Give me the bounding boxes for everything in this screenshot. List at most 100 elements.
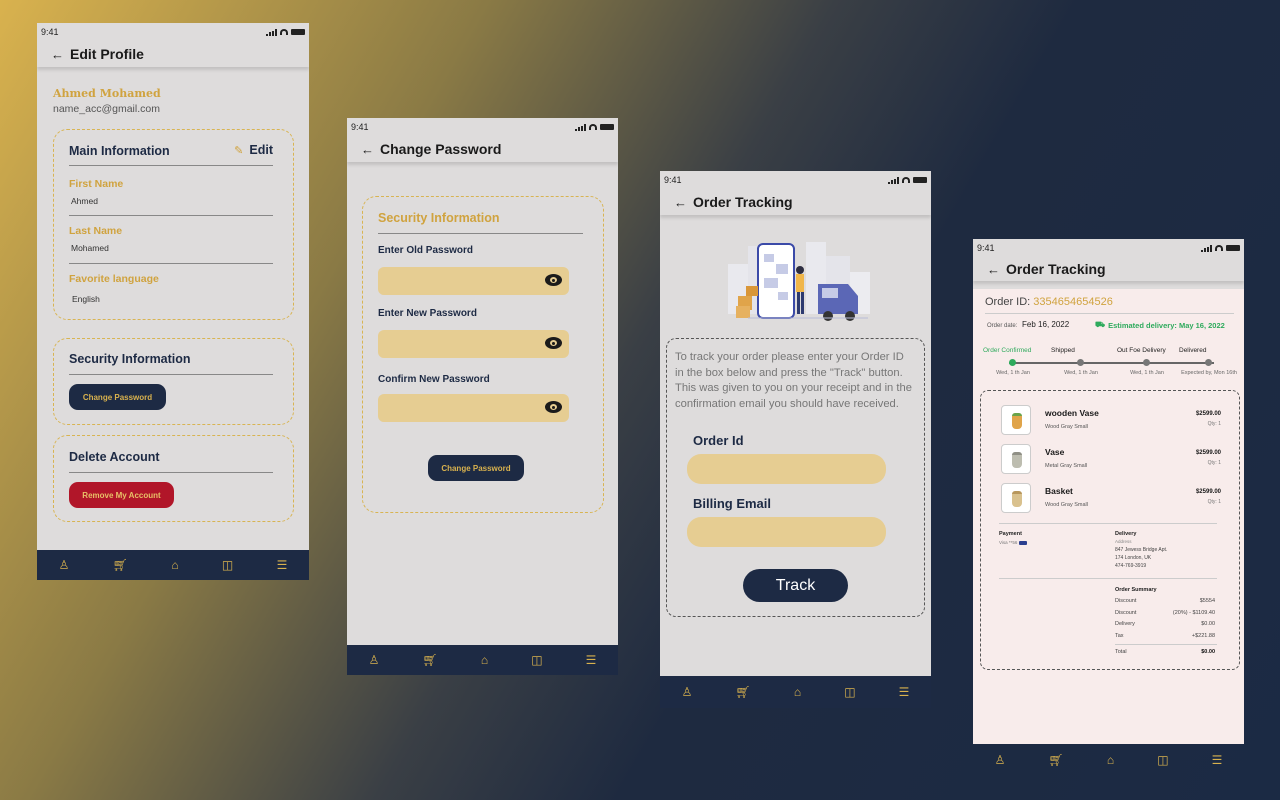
delete-account-card: Delete Account Remove My Account [53, 435, 294, 522]
first-name-value: Ahmed [71, 196, 98, 206]
order-item[interactable]: wooden Vase Wood Gray Small $2599.00 Qty: 1 [1001, 405, 1221, 437]
change-password-button[interactable]: Change Password [69, 384, 166, 410]
first-name-field[interactable]: Ahmed [69, 196, 273, 216]
step-dot-complete [1009, 359, 1016, 366]
change-password-button[interactable]: Change Password [428, 455, 524, 481]
bag-icon[interactable]: ◫ [222, 558, 233, 572]
page-title: Change Password [380, 141, 502, 157]
product-name: Vase [1045, 447, 1065, 457]
order-tracking-form-screen: 9:41 ← Order Tracking To track your orde… [660, 171, 931, 708]
estimated-delivery-text: Estimated delivery: May 16, 2022 [1108, 320, 1225, 330]
menu-icon[interactable]: ☰ [1212, 753, 1223, 767]
language-value: English [72, 294, 100, 304]
step-label: Delivered [1179, 347, 1207, 354]
order-id-input[interactable] [687, 454, 886, 484]
status-bar: 9:41 [973, 239, 1244, 257]
profile-name: Ahmed Mohamed [53, 87, 161, 100]
order-id-value: 3354654654526 [1033, 296, 1113, 308]
product-name: wooden Vase [1045, 408, 1099, 418]
person-icon[interactable]: ♙ [682, 685, 693, 699]
summary-label: Delivery [1115, 621, 1135, 627]
bag-icon[interactable]: ◫ [1157, 753, 1168, 767]
home-icon[interactable]: ⌂ [171, 558, 178, 572]
menu-icon[interactable]: ☰ [586, 653, 597, 667]
language-label: Favorite language [69, 273, 159, 285]
security-title: Security Information [69, 352, 191, 366]
bag-icon[interactable]: ◫ [531, 653, 542, 667]
product-meta: Wood Gray Small [1045, 502, 1088, 508]
wifi-icon [1215, 245, 1223, 251]
summary-row: Discount (20%) - $1109.40 [1115, 610, 1215, 616]
total-row: Total $0.00 [1115, 649, 1215, 655]
order-id-label: Order Id [693, 433, 744, 448]
estimated-delivery: ⛟ Estimated delivery: May 16, 2022 [1095, 320, 1225, 330]
back-arrow-icon[interactable]: ← [361, 142, 374, 157]
progress-tracker: Order Confirmed Wed, 1 th Jan Shipped Wed, … [979, 347, 1240, 387]
step-label: Shipped [1051, 347, 1075, 354]
divider [985, 313, 1234, 314]
product-qty: Qty: 1 [1207, 499, 1221, 505]
billing-email-input[interactable] [687, 517, 886, 547]
divider [1115, 644, 1217, 645]
person-icon[interactable]: ♙ [369, 653, 380, 667]
home-icon[interactable]: ⌂ [1107, 753, 1114, 767]
product-thumbnail [1001, 444, 1031, 474]
remove-account-button[interactable]: Remove My Account [69, 482, 174, 508]
wifi-icon [280, 29, 288, 35]
order-id-line: Order ID: 3354654654526 [985, 296, 1113, 308]
divider [378, 233, 583, 234]
step-label: Order Confirmed [983, 347, 1032, 354]
back-arrow-icon[interactable]: ← [987, 262, 1000, 277]
battery-icon [913, 177, 927, 183]
page-title: Order Tracking [693, 194, 793, 210]
cart-icon[interactable]: 🛒︎ [113, 558, 128, 572]
status-time: 9:41 [351, 122, 369, 132]
step-label: Out Foe Delivery [1117, 347, 1166, 354]
confirm-password-input[interactable] [378, 394, 569, 422]
step-date: Wed, 1 th Jan [996, 370, 1030, 376]
track-button[interactable]: Track [743, 569, 848, 602]
total-value: $0.00 [1201, 649, 1215, 655]
cart-icon[interactable]: 🛒︎ [422, 653, 437, 667]
truck-icon: ⛟ [1095, 320, 1106, 329]
cart-icon[interactable]: 🛒︎ [1048, 753, 1063, 767]
home-icon[interactable]: ⌂ [481, 653, 488, 667]
order-item[interactable]: Vase Metal Gray Small $2599.00 Qty: 1 [1001, 444, 1221, 476]
summary-value: (20%) - $1109.40 [1172, 609, 1215, 616]
product-image-icon [1012, 452, 1022, 468]
step-dot [1077, 359, 1084, 366]
person-icon[interactable]: ♙ [995, 753, 1006, 767]
menu-icon[interactable]: ☰ [277, 558, 288, 572]
status-time: 9:41 [664, 175, 682, 185]
language-field[interactable]: English [70, 294, 100, 304]
summary-label: Discount [1115, 609, 1137, 616]
home-icon[interactable]: ⌂ [794, 685, 801, 699]
person-icon[interactable]: ♙ [59, 558, 70, 572]
main-information-title: Main Information [69, 144, 170, 158]
change-password-screen: 9:41 ← Change Password Security Informat… [347, 118, 618, 675]
old-password-input[interactable] [378, 267, 569, 295]
eye-icon[interactable] [545, 401, 562, 413]
bottom-nav: ♙ 🛒︎ ⌂ ◫ ☰ [660, 676, 931, 708]
payment-value: Visa **56 [999, 540, 1028, 545]
cart-icon[interactable]: 🛒︎ [735, 685, 750, 699]
edit-button[interactable]: ✎ Edit [234, 143, 273, 157]
product-qty: Qty: 1 [1207, 460, 1221, 466]
wifi-icon [902, 177, 910, 183]
old-password-label: Enter Old Password [378, 245, 474, 256]
back-arrow-icon[interactable]: ← [51, 47, 64, 62]
order-item[interactable]: Basket Wood Gray Small $2599.00 Qty: 1 [1001, 483, 1221, 515]
new-password-input[interactable] [378, 330, 569, 358]
divider [69, 165, 273, 166]
eye-icon[interactable] [545, 274, 562, 286]
first-name-label: First Name [69, 178, 124, 190]
last-name-field[interactable]: Mohamed [69, 243, 273, 264]
product-meta: Wood Gray Small [1045, 424, 1088, 430]
edit-profile-screen: 9:41 ← Edit Profile Ahmed Mohamed name_a… [37, 23, 309, 580]
page-title: Order Tracking [1006, 261, 1106, 277]
menu-icon[interactable]: ☰ [899, 685, 910, 699]
address-line2: 174 London, UK [1115, 555, 1152, 561]
back-arrow-icon[interactable]: ← [674, 195, 687, 210]
eye-icon[interactable] [545, 337, 562, 349]
bag-icon[interactable]: ◫ [844, 685, 855, 699]
